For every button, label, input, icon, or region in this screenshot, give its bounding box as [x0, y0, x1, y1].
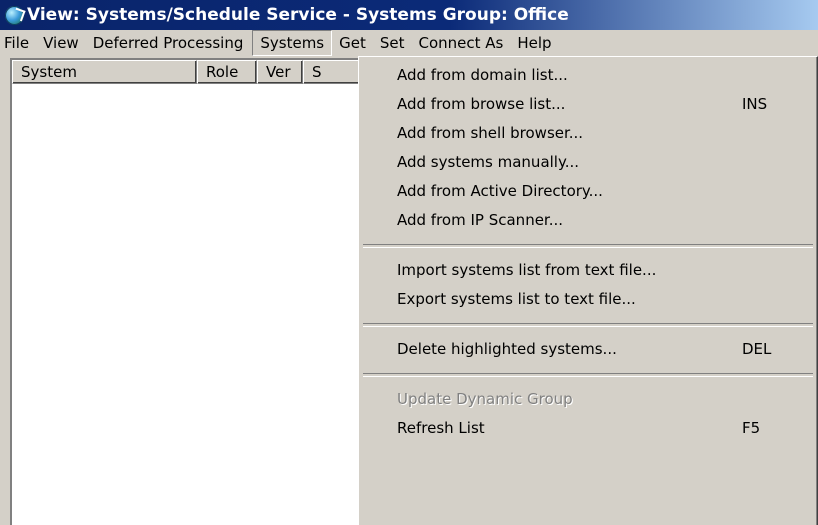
column-header-s[interactable]: S — [303, 60, 360, 84]
shortcut-label: DEL — [742, 340, 772, 358]
menu-item-add-systems-manually[interactable]: Add systems manually... — [359, 148, 817, 177]
systems-dropdown-menu: Add from domain list... Add from browse … — [358, 56, 818, 525]
menu-item-add-from-active-directory[interactable]: Add from Active Directory... — [359, 177, 817, 206]
window-title: View: Systems/Schedule Service - Systems… — [27, 5, 569, 25]
menu-item-delete-highlighted-systems[interactable]: Delete highlighted systems... DEL — [359, 335, 817, 364]
menu-item-update-dynamic-group: Update Dynamic Group — [397, 390, 573, 408]
menu-connect-as[interactable]: Connect As — [412, 30, 511, 56]
shortcut-label: F5 — [742, 419, 761, 437]
menu-item-add-from-domain-list[interactable]: Add from domain list... — [359, 61, 817, 90]
menu-view[interactable]: View — [36, 30, 86, 56]
menu-separator — [363, 373, 813, 377]
menu-get[interactable]: Get — [332, 30, 373, 56]
menu-separator — [363, 244, 813, 248]
menu-item-add-from-browse-list[interactable]: Add from browse list... INS — [359, 90, 817, 119]
app-icon — [5, 5, 24, 25]
title-bar: View: Systems/Schedule Service - Systems… — [0, 0, 818, 30]
menu-bar: File View Deferred Processing Systems Ge… — [0, 30, 818, 56]
menu-item-import-systems-list[interactable]: Import systems list from text file... — [359, 256, 817, 285]
menu-item-export-systems-list[interactable]: Export systems list to text file... — [359, 285, 817, 314]
menu-item-add-from-ip-scanner[interactable]: Add from IP Scanner... — [359, 206, 817, 235]
menu-set[interactable]: Set — [373, 30, 412, 56]
menu-item-refresh-list[interactable]: Refresh List F5 — [359, 414, 817, 443]
menu-systems[interactable]: Systems — [252, 30, 333, 56]
menu-deferred-processing[interactable]: Deferred Processing — [86, 30, 251, 56]
systems-list[interactable]: System Role Ver S — [10, 58, 360, 525]
menu-item-add-from-shell-browser[interactable]: Add from shell browser... — [359, 119, 817, 148]
menu-help[interactable]: Help — [510, 30, 558, 56]
menu-file[interactable]: File — [0, 30, 36, 56]
column-header-role[interactable]: Role — [197, 60, 257, 84]
menu-separator — [363, 323, 813, 327]
list-header: System Role Ver S — [12, 60, 360, 84]
column-header-ver[interactable]: Ver — [257, 60, 303, 84]
shortcut-label: INS — [742, 95, 768, 113]
column-header-system[interactable]: System — [12, 60, 197, 84]
